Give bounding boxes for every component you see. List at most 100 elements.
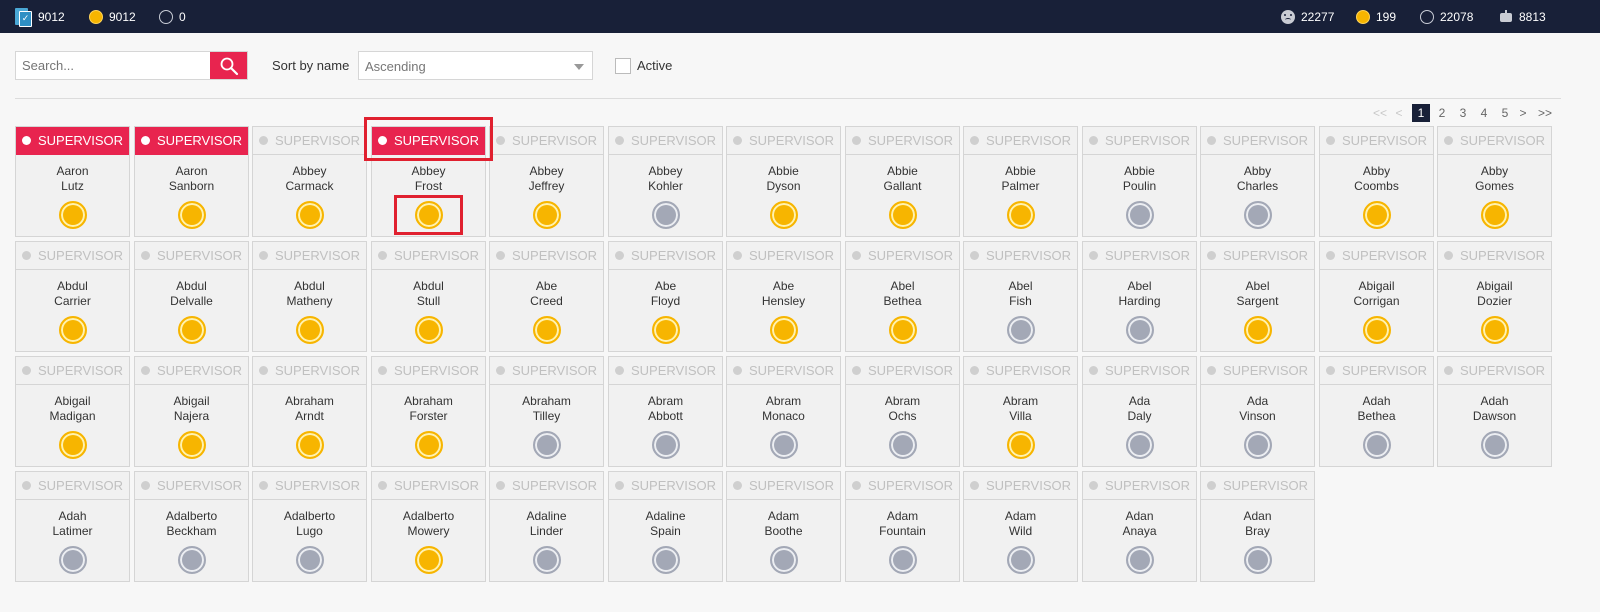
status-indicator[interactable] bbox=[178, 201, 206, 229]
user-card[interactable]: SUPERVISOR Abram Monaco bbox=[726, 356, 841, 467]
status-indicator[interactable] bbox=[1126, 431, 1154, 459]
status-indicator[interactable] bbox=[652, 316, 680, 344]
user-card[interactable]: SUPERVISOR Adalberto Mowery bbox=[371, 471, 486, 582]
user-card[interactable]: SUPERVISOR Abe Floyd bbox=[608, 241, 723, 352]
status-indicator[interactable] bbox=[1007, 201, 1035, 229]
user-card[interactable]: SUPERVISOR Abram Ochs bbox=[845, 356, 960, 467]
user-card[interactable]: SUPERVISOR Abbie Dyson bbox=[726, 126, 841, 237]
supervisor-toggle[interactable]: SUPERVISOR bbox=[727, 357, 840, 385]
user-card[interactable]: SUPERVISOR Abbey Kohler bbox=[608, 126, 723, 237]
supervisor-toggle[interactable]: SUPERVISOR bbox=[372, 357, 485, 385]
status-indicator[interactable] bbox=[1126, 201, 1154, 229]
user-card[interactable]: SUPERVISOR Abdul Carrier bbox=[15, 241, 130, 352]
status-indicator[interactable] bbox=[178, 431, 206, 459]
status-indicator[interactable] bbox=[1363, 431, 1391, 459]
user-card[interactable]: SUPERVISOR Adam Wild bbox=[963, 471, 1078, 582]
pagination-first[interactable]: << bbox=[1372, 104, 1388, 122]
status-indicator[interactable] bbox=[1481, 316, 1509, 344]
user-card[interactable]: SUPERVISOR Adan Bray bbox=[1200, 471, 1315, 582]
supervisor-toggle[interactable]: SUPERVISOR bbox=[1438, 357, 1551, 385]
user-card[interactable]: SUPERVISOR Aaron Lutz bbox=[15, 126, 130, 237]
status-indicator[interactable] bbox=[296, 201, 324, 229]
status-indicator[interactable] bbox=[1363, 201, 1391, 229]
supervisor-toggle[interactable]: SUPERVISOR bbox=[135, 127, 248, 155]
status-indicator[interactable] bbox=[1007, 546, 1035, 574]
status-indicator[interactable] bbox=[1244, 316, 1272, 344]
pagination-page-5[interactable]: 5 bbox=[1498, 104, 1512, 122]
supervisor-toggle[interactable]: SUPERVISOR bbox=[846, 472, 959, 500]
status-indicator[interactable] bbox=[296, 431, 324, 459]
user-card[interactable]: SUPERVISOR Abbey Carmack bbox=[252, 126, 367, 237]
status-indicator[interactable] bbox=[652, 546, 680, 574]
status-indicator[interactable] bbox=[178, 546, 206, 574]
user-card[interactable]: SUPERVISOR Abel Sargent bbox=[1200, 241, 1315, 352]
user-card[interactable]: SUPERVISOR Abbie Gallant bbox=[845, 126, 960, 237]
status-indicator[interactable] bbox=[296, 316, 324, 344]
user-card[interactable]: SUPERVISOR Abel Bethea bbox=[845, 241, 960, 352]
supervisor-toggle[interactable]: SUPERVISOR bbox=[846, 127, 959, 155]
supervisor-toggle[interactable]: SUPERVISOR bbox=[253, 127, 366, 155]
user-card[interactable]: SUPERVISOR Abdul Matheny bbox=[252, 241, 367, 352]
supervisor-toggle[interactable]: SUPERVISOR bbox=[372, 472, 485, 500]
supervisor-toggle[interactable]: SUPERVISOR bbox=[1438, 242, 1551, 270]
status-indicator[interactable] bbox=[1363, 316, 1391, 344]
status-indicator[interactable] bbox=[178, 316, 206, 344]
user-card[interactable]: SUPERVISOR Abe Hensley bbox=[726, 241, 841, 352]
user-card[interactable]: SUPERVISOR Adah Dawson bbox=[1437, 356, 1552, 467]
status-indicator[interactable] bbox=[533, 316, 561, 344]
user-card[interactable]: SUPERVISOR Adaline Linder bbox=[489, 471, 604, 582]
status-indicator[interactable] bbox=[415, 546, 443, 574]
user-card[interactable]: SUPERVISOR Abdul Delvalle bbox=[134, 241, 249, 352]
status-indicator[interactable] bbox=[889, 431, 917, 459]
supervisor-toggle[interactable]: SUPERVISOR bbox=[846, 357, 959, 385]
supervisor-toggle[interactable]: SUPERVISOR bbox=[1320, 357, 1433, 385]
supervisor-toggle[interactable]: SUPERVISOR bbox=[1320, 127, 1433, 155]
user-card[interactable]: SUPERVISOR Abram Abbott bbox=[608, 356, 723, 467]
supervisor-toggle[interactable]: SUPERVISOR bbox=[1083, 242, 1196, 270]
status-indicator[interactable] bbox=[59, 201, 87, 229]
status-indicator[interactable] bbox=[889, 546, 917, 574]
user-card[interactable]: SUPERVISOR Adaline Spain bbox=[608, 471, 723, 582]
supervisor-toggle[interactable]: SUPERVISOR bbox=[135, 357, 248, 385]
status-indicator[interactable] bbox=[533, 546, 561, 574]
user-card[interactable]: SUPERVISOR Adam Boothe bbox=[726, 471, 841, 582]
supervisor-toggle[interactable]: SUPERVISOR bbox=[135, 472, 248, 500]
user-card[interactable]: SUPERVISOR Abby Charles bbox=[1200, 126, 1315, 237]
user-card[interactable]: SUPERVISOR Abdul Stull bbox=[371, 241, 486, 352]
user-card[interactable]: SUPERVISOR Abram Villa bbox=[963, 356, 1078, 467]
supervisor-toggle[interactable]: SUPERVISOR bbox=[490, 127, 603, 155]
status-indicator[interactable] bbox=[652, 431, 680, 459]
supervisor-toggle[interactable]: SUPERVISOR bbox=[846, 242, 959, 270]
supervisor-toggle[interactable]: SUPERVISOR bbox=[372, 242, 485, 270]
status-indicator[interactable] bbox=[1481, 201, 1509, 229]
status-indicator[interactable] bbox=[652, 201, 680, 229]
supervisor-toggle[interactable]: SUPERVISOR bbox=[253, 472, 366, 500]
supervisor-toggle[interactable]: SUPERVISOR bbox=[964, 242, 1077, 270]
user-card[interactable]: SUPERVISOR Abraham Tilley bbox=[489, 356, 604, 467]
status-indicator[interactable] bbox=[770, 201, 798, 229]
user-card[interactable]: SUPERVISOR Adalberto Beckham bbox=[134, 471, 249, 582]
user-card[interactable]: SUPERVISOR Abel Harding bbox=[1082, 241, 1197, 352]
user-card[interactable]: SUPERVISOR Abigail Dozier bbox=[1437, 241, 1552, 352]
status-indicator[interactable] bbox=[1244, 201, 1272, 229]
supervisor-toggle[interactable]: SUPERVISOR bbox=[727, 127, 840, 155]
user-card[interactable]: SUPERVISOR Adah Bethea bbox=[1319, 356, 1434, 467]
pagination-page-4[interactable]: 4 bbox=[1477, 104, 1491, 122]
status-indicator[interactable] bbox=[1244, 431, 1272, 459]
user-card[interactable]: SUPERVISOR Aaron Sanborn bbox=[134, 126, 249, 237]
user-card[interactable]: SUPERVISOR Ada Vinson bbox=[1200, 356, 1315, 467]
supervisor-toggle[interactable]: SUPERVISOR bbox=[964, 357, 1077, 385]
status-indicator[interactable] bbox=[770, 431, 798, 459]
supervisor-toggle[interactable]: SUPERVISOR bbox=[1201, 127, 1314, 155]
supervisor-toggle[interactable]: SUPERVISOR bbox=[16, 472, 129, 500]
status-indicator[interactable] bbox=[415, 316, 443, 344]
pagination-next[interactable]: > bbox=[1518, 104, 1528, 122]
supervisor-toggle[interactable]: SUPERVISOR bbox=[1201, 357, 1314, 385]
search-input[interactable] bbox=[16, 52, 211, 79]
sort-select[interactable]: Ascending bbox=[358, 51, 593, 80]
supervisor-toggle[interactable]: SUPERVISOR bbox=[135, 242, 248, 270]
active-checkbox[interactable] bbox=[615, 58, 631, 74]
status-indicator[interactable] bbox=[415, 431, 443, 459]
user-card[interactable]: SUPERVISOR Abigail Najera bbox=[134, 356, 249, 467]
pagination-last[interactable]: >> bbox=[1537, 104, 1553, 122]
